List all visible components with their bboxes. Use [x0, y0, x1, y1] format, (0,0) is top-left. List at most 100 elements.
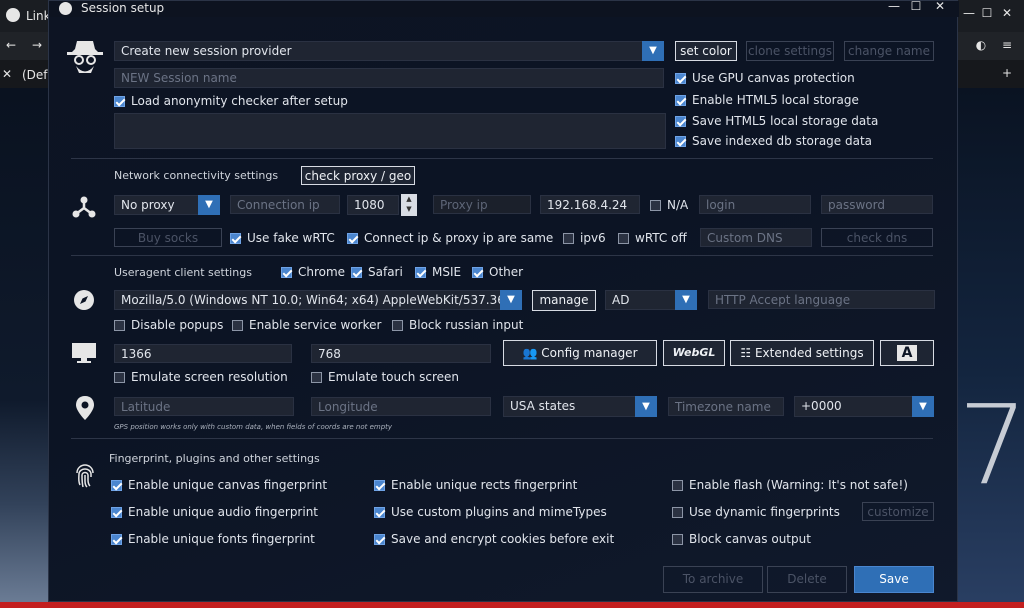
cookies-checkbox[interactable]: Save and encrypt cookies before exit — [374, 532, 614, 546]
html5-storage-checkbox[interactable]: Enable HTML5 local storage — [675, 93, 859, 107]
notes-textarea[interactable] — [114, 113, 666, 149]
session-setup-dialog: Session setup — ☐ ✕ Create new session p… — [48, 0, 959, 602]
network-section-title: Network connectivity settings — [114, 169, 279, 182]
emulate-touch-checkbox[interactable]: Emulate touch screen — [311, 370, 459, 384]
msie-checkbox[interactable]: MSIE — [415, 265, 461, 279]
browser-tab-label[interactable]: Link — [26, 9, 51, 23]
dialog-minimize-icon[interactable]: — — [887, 0, 901, 13]
extension-icon[interactable]: ◐ — [974, 38, 988, 52]
spy-avatar-icon — [67, 39, 103, 77]
fake-webrtc-checkbox[interactable]: Use fake wRTC — [230, 231, 335, 245]
emulate-resolution-checkbox[interactable]: Emulate screen resolution — [114, 370, 288, 384]
config-manager-button[interactable]: 👥 Config manager — [503, 340, 657, 366]
check-proxy-button[interactable]: check proxy / geo — [301, 166, 415, 185]
background-right — [958, 88, 1024, 608]
archive-button[interactable]: To archive — [663, 566, 763, 593]
provider-dropdown-icon[interactable]: ▼ — [642, 41, 664, 61]
maximize-icon[interactable]: ☐ — [980, 6, 994, 20]
dialog-maximize-icon[interactable]: ☐ — [909, 0, 923, 13]
gpu-protection-checkbox[interactable]: Use GPU canvas protection — [675, 71, 855, 85]
separator-2 — [71, 255, 933, 256]
fingerprint-icon — [73, 463, 97, 489]
fonts-fp-checkbox[interactable]: Enable unique fonts fingerprint — [111, 532, 315, 546]
useragent-dropdown-icon[interactable]: ▼ — [500, 290, 522, 310]
menu-icon[interactable]: ≡ — [1000, 38, 1014, 52]
progress-bar — [0, 602, 1024, 608]
service-worker-checkbox[interactable]: Enable service worker — [232, 318, 381, 332]
extended-settings-button[interactable]: ☷ Extended settings — [730, 340, 874, 366]
close-icon[interactable]: ✕ — [1000, 6, 1014, 20]
font-settings-button[interactable]: A — [880, 340, 934, 366]
set-color-button[interactable]: set color — [675, 41, 737, 61]
session-name-input[interactable]: NEW Session name — [114, 68, 664, 88]
tab-close-icon[interactable]: ✕ — [0, 67, 14, 81]
dynamic-fp-checkbox[interactable]: Use dynamic fingerprints — [672, 505, 840, 519]
manage-button[interactable]: manage — [532, 290, 596, 311]
language-dropdown-icon[interactable]: ▼ — [675, 290, 697, 310]
rects-fp-checkbox[interactable]: Enable unique rects fingerprint — [374, 478, 577, 492]
offset-dropdown-icon[interactable]: ▼ — [912, 396, 934, 417]
indexed-db-checkbox[interactable]: Save indexed db storage data — [675, 134, 872, 148]
password-input[interactable]: password — [821, 195, 933, 214]
screen-width-input[interactable]: 1366 — [114, 344, 292, 363]
chrome-checkbox[interactable]: Chrome — [281, 265, 345, 279]
safari-checkbox[interactable]: Safari — [351, 265, 403, 279]
region-select[interactable]: USA states — [503, 396, 657, 417]
block-canvas-checkbox[interactable]: Block canvas output — [672, 532, 811, 546]
flash-checkbox[interactable]: Enable flash (Warning: It's not safe!) — [672, 478, 908, 492]
block-russian-checkbox[interactable]: Block russian input — [392, 318, 523, 332]
dialog-close-icon[interactable]: ✕ — [933, 0, 947, 13]
background-seven: 7 — [958, 381, 1024, 509]
useragent-input[interactable]: Mozilla/5.0 (Windows NT 10.0; Win64; x64… — [114, 290, 522, 310]
forward-icon[interactable]: → — [30, 38, 44, 52]
region-dropdown-icon[interactable]: ▼ — [635, 396, 657, 417]
change-name-button[interactable]: change name — [844, 41, 934, 61]
dialog-title: Session setup — [81, 1, 165, 15]
sliders-icon: ☷ — [740, 346, 752, 360]
browser-tab2-label[interactable]: (Def — [22, 68, 48, 82]
port-stepper[interactable]: ▲ ▼ — [401, 194, 417, 216]
check-dns-button[interactable]: check dns — [821, 228, 933, 247]
accept-language-input[interactable]: HTTP Accept language — [708, 290, 935, 309]
na-checkbox[interactable]: N/A — [650, 198, 688, 212]
fp-section-title: Fingerprint, plugins and other settings — [109, 452, 320, 465]
ipv6-checkbox[interactable]: ipv6 — [563, 231, 606, 245]
audio-fp-checkbox[interactable]: Enable unique audio fingerprint — [111, 505, 318, 519]
proxy-dropdown-icon[interactable]: ▼ — [198, 195, 220, 215]
proxy-ip-input[interactable]: Proxy ip — [433, 195, 531, 214]
canvas-fp-checkbox[interactable]: Enable unique canvas fingerprint — [111, 478, 327, 492]
clone-settings-button[interactable]: clone settings — [746, 41, 834, 61]
load-checker-checkbox[interactable]: Load anonymity checker after setup — [114, 94, 348, 108]
webgl-button[interactable]: WebGL — [663, 340, 725, 366]
screen-height-input[interactable]: 768 — [311, 344, 491, 363]
connection-ip-input[interactable]: Connection ip — [230, 195, 340, 214]
provider-select[interactable]: Create new session provider — [114, 41, 664, 61]
browser-logo-icon — [6, 8, 20, 22]
other-checkbox[interactable]: Other — [472, 265, 523, 279]
webrtc-off-checkbox[interactable]: wRTC off — [618, 231, 687, 245]
back-icon[interactable]: ← — [4, 38, 18, 52]
disable-popups-checkbox[interactable]: Disable popups — [114, 318, 223, 332]
font-icon: A — [896, 345, 918, 361]
location-pin-icon — [75, 395, 95, 421]
delete-button[interactable]: Delete — [767, 566, 847, 593]
save-button[interactable]: Save — [854, 566, 934, 593]
separator-3 — [71, 438, 933, 439]
plugins-checkbox[interactable]: Use custom plugins and mimeTypes — [374, 505, 607, 519]
timezone-input[interactable]: Timezone name — [668, 397, 784, 416]
minimize-icon[interactable]: — — [962, 6, 976, 20]
customize-button[interactable]: customize — [862, 502, 934, 521]
login-input[interactable]: login — [699, 195, 811, 214]
latitude-input[interactable]: Latitude — [114, 397, 294, 416]
custom-dns-input[interactable]: Custom DNS — [700, 228, 812, 247]
new-tab-icon[interactable]: + — [1000, 66, 1014, 80]
gps-note: GPS position works only with custom data… — [114, 423, 393, 431]
save-html5-checkbox[interactable]: Save HTML5 local storage data — [675, 114, 878, 128]
port-input[interactable]: 1080 — [347, 195, 399, 215]
buy-socks-button[interactable]: Buy socks — [114, 228, 222, 247]
longitude-input[interactable]: Longitude — [311, 397, 491, 416]
app-logo-icon — [59, 2, 72, 15]
same-ip-checkbox[interactable]: Connect ip & proxy ip are same — [347, 231, 553, 245]
dialog-titlebar: Session setup — ☐ ✕ — [49, 0, 959, 17]
ua-section-title: Useragent client settings — [114, 266, 252, 279]
